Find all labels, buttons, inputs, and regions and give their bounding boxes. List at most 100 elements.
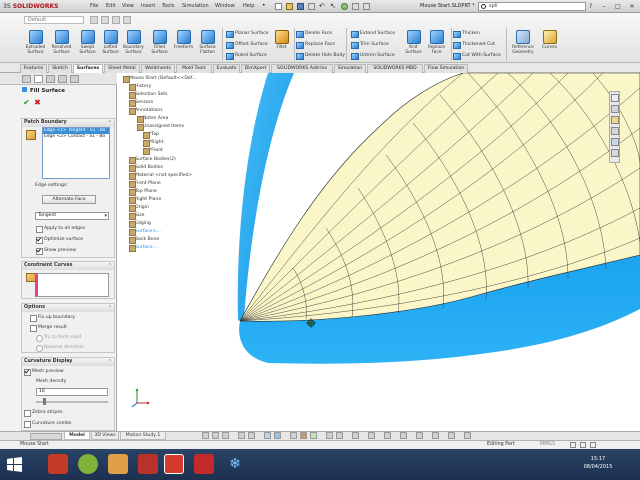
display-manager-tab-icon[interactable] xyxy=(70,75,79,83)
realview-icon[interactable] xyxy=(352,432,359,439)
status-icon-2[interactable] xyxy=(580,442,586,448)
file-explorer-icon[interactable] xyxy=(611,116,619,124)
untrim-surface-button[interactable]: Untrim Surface xyxy=(350,51,395,60)
minimize-button[interactable]: – xyxy=(597,2,611,11)
cut-with-surface-button[interactable]: Cut With Surface xyxy=(452,51,501,60)
tree-item-surface-bodies[interactable]: Surface Bodies(2) xyxy=(128,156,176,164)
system-clock[interactable]: 15:17 08/04/2015 xyxy=(578,455,618,471)
configuration-dropdown[interactable]: Default xyxy=(24,16,84,24)
surface-flatten-button[interactable]: Surface Flatten xyxy=(196,30,219,64)
render-tools-icon[interactable] xyxy=(448,432,455,439)
menu-tools[interactable]: Tools xyxy=(162,2,174,11)
optimize-surface-checkbox[interactable]: Optimize surface xyxy=(36,236,83,244)
tab-3d-views[interactable]: 3D Views xyxy=(91,432,119,440)
constraint-curves-list[interactable] xyxy=(35,273,109,297)
fillet-button[interactable]: Fillet xyxy=(270,30,293,64)
custom-properties-icon[interactable] xyxy=(611,149,619,157)
tree-item-unassigned[interactable]: Unassigned Items xyxy=(136,123,184,131)
options-header[interactable]: Options ⌃ xyxy=(22,304,114,312)
toolbar-icon-3[interactable] xyxy=(112,16,120,24)
perspective-icon[interactable] xyxy=(368,432,375,439)
app-taskbar-icon-6[interactable] xyxy=(194,454,214,474)
zoom-to-fit-icon[interactable] xyxy=(202,432,209,439)
undo-icon[interactable]: ↶ xyxy=(319,2,325,11)
offset-surface-button[interactable]: Offset Surface xyxy=(225,40,268,49)
toolbar-icon-1[interactable] xyxy=(90,16,98,24)
revolved-surface-button[interactable]: Revolved Surface xyxy=(50,30,73,64)
app-taskbar-icon-3[interactable] xyxy=(108,454,128,474)
ambient-occlusion-icon[interactable] xyxy=(400,432,407,439)
menu-insert[interactable]: Insert xyxy=(141,2,155,11)
tab-sheet-metal[interactable]: Sheet Metal xyxy=(104,64,140,73)
trim-surface-button[interactable]: Trim Surface xyxy=(350,40,389,49)
curvature-combs-checkbox[interactable]: Curvature combs xyxy=(24,420,71,428)
restore-button[interactable]: □ xyxy=(611,2,625,11)
menu-help[interactable]: Help xyxy=(243,2,254,11)
replace-face-small-button[interactable]: Replace Face xyxy=(295,40,335,49)
tree-item-front-plane[interactable]: Front Plane xyxy=(128,180,161,188)
toolbar-icon-2[interactable] xyxy=(101,16,109,24)
tree-item-size[interactable]: Size xyxy=(128,212,144,220)
tab-sketch[interactable]: Sketch xyxy=(48,64,72,73)
menu-window[interactable]: Window xyxy=(215,2,235,11)
close-button[interactable]: ✕ xyxy=(625,2,639,11)
tab-simulation[interactable]: Simulation xyxy=(334,64,366,73)
configuration-manager-tab-icon[interactable] xyxy=(46,75,55,83)
tree-item-material[interactable]: Material <not specified> xyxy=(128,172,192,180)
snowflake-taskbar-icon[interactable]: ❄ xyxy=(225,454,245,474)
list-item[interactable]: Edge <2> Contact - S1 - Bo xyxy=(43,134,109,140)
collapse-chevron-icon[interactable]: ⌃ xyxy=(108,304,112,312)
hide-show-items-icon[interactable] xyxy=(290,432,297,439)
tree-item-back-bone[interactable]: Back Bone xyxy=(128,236,159,244)
menu-edit[interactable]: Edit xyxy=(106,2,116,11)
thickened-cut-button[interactable]: Thickened Cut xyxy=(452,40,495,49)
apply-all-edges-checkbox[interactable]: Apply to all edges xyxy=(36,225,85,233)
tab-scroll-arrows-icon[interactable] xyxy=(30,433,62,440)
solidworks-logo[interactable]: 3S SOLIDWORKS xyxy=(3,1,65,12)
replace-face-button[interactable]: Replace Face xyxy=(425,30,448,64)
tree-item-origin[interactable]: Origin xyxy=(128,204,149,212)
lofted-surface-button[interactable]: Lofted Surface xyxy=(99,30,122,64)
section-view-icon[interactable] xyxy=(238,432,245,439)
menu-view[interactable]: View xyxy=(122,2,134,11)
fix-up-boundary-checkbox[interactable]: Fix up boundary xyxy=(30,314,75,322)
options-gear-icon[interactable] xyxy=(363,3,370,10)
tree-item-solid-bodies[interactable]: Solid Bodies xyxy=(128,164,163,172)
swept-surface-button[interactable]: Swept Surface xyxy=(76,30,99,64)
try-to-form-solid-option[interactable]: Try to form solid xyxy=(36,334,81,342)
edge-list[interactable]: Edge <1> Tangent - S1 - Bo Edge <2> Cont… xyxy=(42,127,110,179)
ruled-surface-button[interactable]: Ruled Surface xyxy=(225,51,267,60)
resources-home-icon[interactable] xyxy=(611,94,619,102)
extruded-surface-button[interactable]: Extruded Surface xyxy=(24,30,47,64)
collapse-chevron-icon[interactable]: ⌃ xyxy=(108,358,112,366)
tree-item-sensors[interactable]: Sensors xyxy=(128,99,153,107)
boundary-surface-button[interactable]: Boundary Surface xyxy=(122,30,145,64)
alternate-face-button[interactable]: Alternate Face xyxy=(42,195,96,204)
mesh-density-slider[interactable] xyxy=(36,398,108,405)
powerpoint-taskbar-icon[interactable] xyxy=(48,454,68,474)
extend-surface-button[interactable]: Extend Surface xyxy=(350,29,395,38)
pin-icon[interactable]: • xyxy=(262,2,268,10)
tree-item-annotations[interactable]: Annotations xyxy=(128,107,163,115)
tab-evaluate[interactable]: Evaluate xyxy=(213,64,240,73)
open-folder-icon[interactable] xyxy=(286,3,293,10)
tab-flow-simulation[interactable]: Flow Simulation xyxy=(424,64,468,73)
help-question-icon[interactable]: ? xyxy=(589,2,595,11)
tab-solidworks-add-ins[interactable]: SOLIDWORKS Add-Ins xyxy=(271,64,333,73)
previous-view-icon[interactable] xyxy=(222,432,229,439)
design-library-icon[interactable] xyxy=(611,105,619,113)
tree-item-top-view[interactable]: *Top xyxy=(142,131,159,139)
app-taskbar-icon-2[interactable] xyxy=(78,454,98,474)
view-settings-icon[interactable] xyxy=(326,432,333,439)
toolbar-icon-4[interactable] xyxy=(123,16,131,24)
feature-manager-tab-icon[interactable] xyxy=(22,75,31,83)
reverse-direction-option[interactable]: Reverse direction xyxy=(36,344,84,352)
cartoon-icon[interactable] xyxy=(384,432,391,439)
rebuild-icon[interactable] xyxy=(341,3,348,10)
slider-thumb[interactable] xyxy=(42,398,46,405)
menu-file[interactable]: File xyxy=(90,2,98,11)
tree-item-surface-fill[interactable]: Surface-... xyxy=(128,244,159,252)
property-manager-tab-icon[interactable] xyxy=(34,75,43,83)
dimxpert-manager-tab-icon[interactable] xyxy=(58,75,67,83)
edit-appearance-icon[interactable] xyxy=(300,432,307,439)
